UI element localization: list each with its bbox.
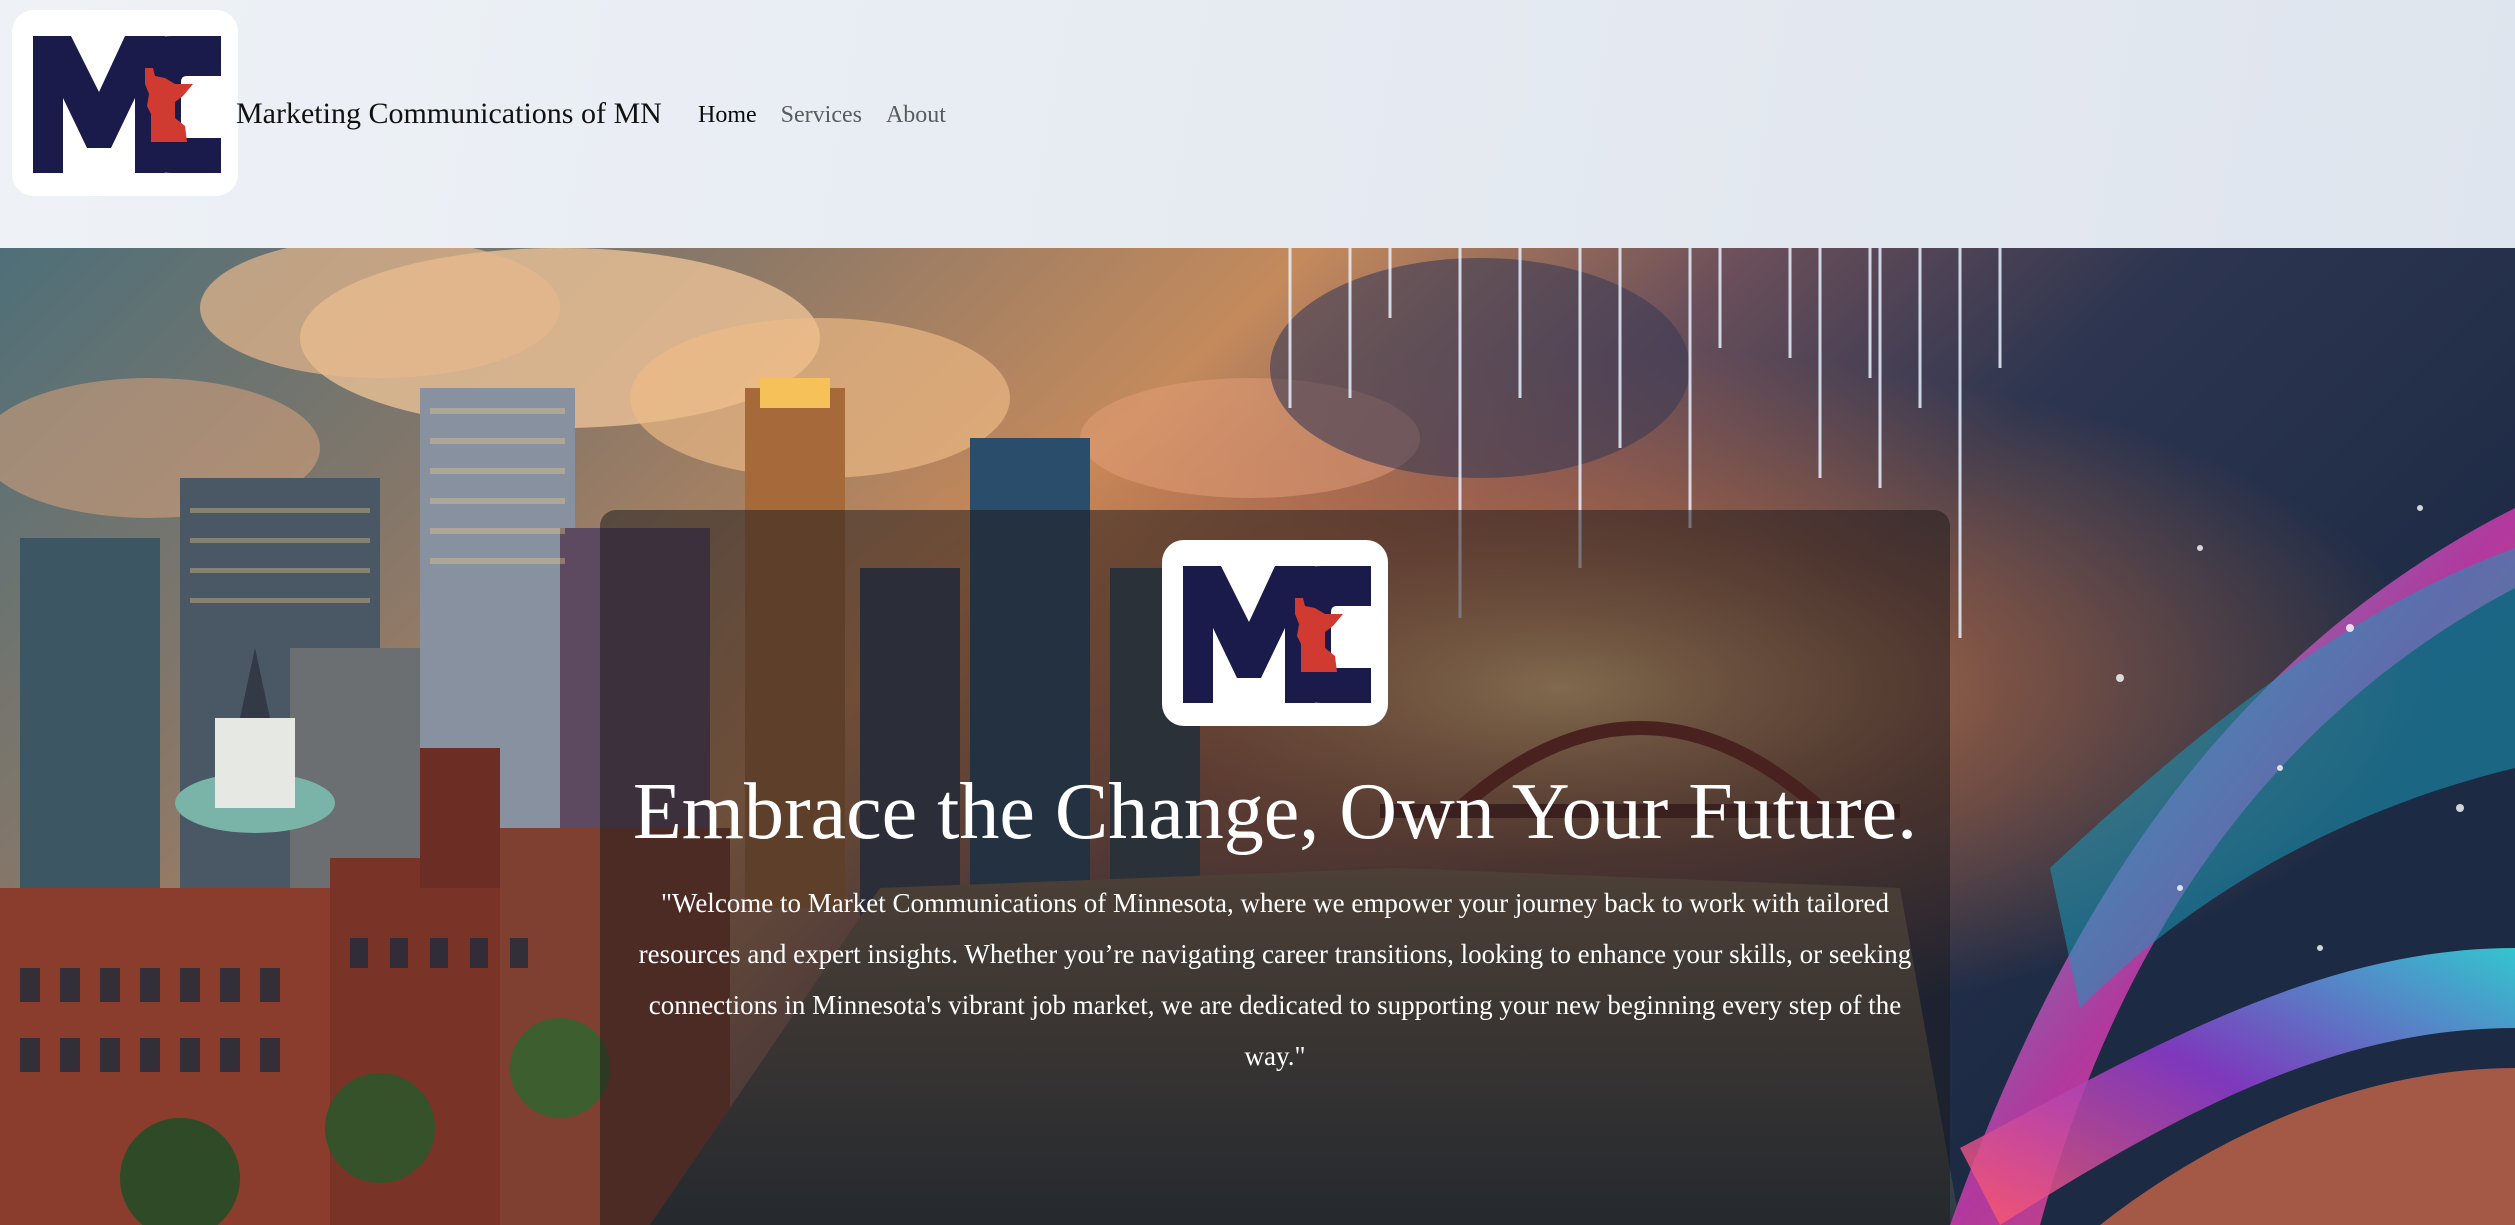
- nav-services-link[interactable]: Services: [781, 102, 862, 129]
- hero-card: Embrace the Change, Own Your Future. "We…: [600, 510, 1950, 1225]
- mc-minnesota-logo-icon: [33, 36, 221, 173]
- hero-welcome-text: "Welcome to Market Communications of Min…: [638, 888, 1912, 1071]
- main-nav: Home Services About: [698, 102, 970, 129]
- hero-heading: Embrace the Change, Own Your Future.: [632, 768, 1918, 856]
- hero-logo: [1162, 540, 1388, 726]
- hero-section: Embrace the Change, Own Your Future. "We…: [0, 248, 2515, 1225]
- site-title: Marketing Communications of MN: [236, 97, 662, 130]
- nav-about-link[interactable]: About: [886, 102, 946, 129]
- mc-minnesota-logo-icon: [1183, 566, 1371, 703]
- site-logo[interactable]: [12, 10, 238, 196]
- nav-home-link[interactable]: Home: [698, 102, 757, 129]
- site-header: Marketing Communications of MN Home Serv…: [0, 0, 2515, 248]
